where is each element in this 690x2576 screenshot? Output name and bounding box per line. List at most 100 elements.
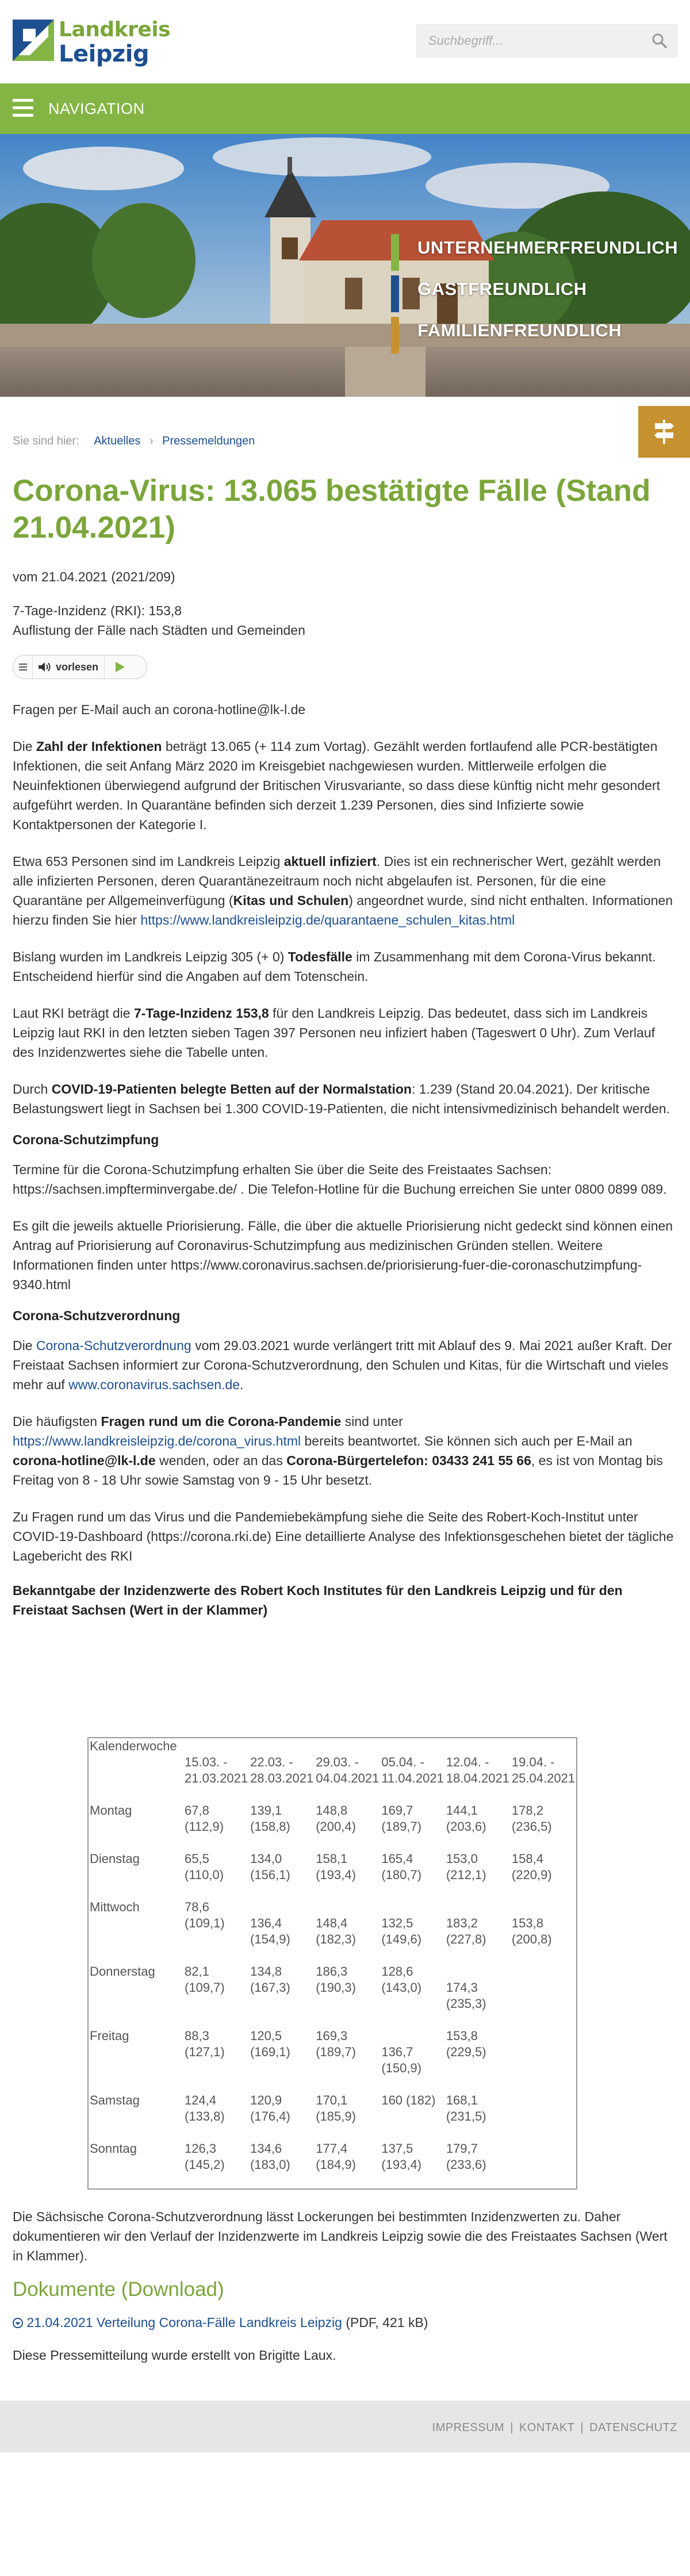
incidence-cell: 134,0 (156,1) [249,1851,315,1883]
incidence-summary: 7-Tage-Inzidenz (RKI): 153,8 [13,603,182,618]
cell-line: (231,5) [446,2109,486,2123]
incidence-cell: 153,8 (200,8) [511,1899,577,1948]
paragraph-loosening: Die Sächsische Corona-Schutzverordnung l… [13,2209,668,2263]
cell-line: 158,1 [316,1851,348,1866]
cell-line: 174,3 [446,1980,478,1995]
article-date: vom 21.04.2021 (2021/209) [13,569,175,584]
text: Laut RKI beträgt die [13,1006,134,1021]
breadcrumb-link-pressemeldungen[interactable]: Pressemeldungen [162,435,255,447]
cell-line: 04.04.2021 [316,1771,379,1785]
article-footer-section: Die Sächsische Corona-Schutzverordnung l… [13,2207,674,2365]
site-header: Landkreis Leipzig [0,0,690,83]
day-label: Sonntag [90,2141,137,2156]
corona-faq-link[interactable]: https://www.landkreisleipzig.de/corona_v… [13,1433,301,1448]
site-logo[interactable]: Landkreis Leipzig [13,20,171,66]
footer-link-impressum[interactable]: IMPRESSUM [432,2421,505,2434]
cell-line: (229,5) [446,2045,486,2059]
incidence-cell: 137,5 (193,4) [380,2141,444,2173]
cell-line: 179,7 [446,2141,478,2156]
readspeaker-play-button[interactable] [105,656,136,678]
emphasis: COVID-19-Patienten belegte Betten auf de… [51,1082,412,1097]
slogan-bar-gold [391,317,399,354]
download-pdf-link[interactable]: 21.04.2021 Verteilung Corona-Fälle Landk… [26,2315,342,2330]
cell-line: 22.03. - [250,1755,293,1769]
section-heading-ordinance: Corona-Schutzverordnung [13,1308,181,1323]
cell-line: 165,4 [381,1851,413,1866]
cell-line: 88,3 [185,2029,209,2043]
day-label: Mittwoch [90,1900,140,1914]
cell-line: 124,4 [185,2093,217,2107]
cell-line: (182,3) [316,1932,356,1946]
coronavirus-sachsen-link[interactable]: www.coronavirus.sachsen.de [68,1377,240,1392]
incidence-cell: 132,5 (149,6) [380,1899,444,1948]
slogan-bar-blue [391,275,399,312]
incidence-cell: 178,2 (236,5) [511,1803,577,1835]
cell-line: 12.04. - [446,1755,489,1769]
table-header-row: Kalenderwoche 15.03. -21.03.2021 22.03. -2… [88,1738,577,1787]
article: Corona-Virus: 13.065 bestätigte Fälle (S… [13,473,674,1620]
emphasis: aktuell infiziert [283,854,377,869]
incidence-cell: 120,5 (169,1) [249,2028,315,2076]
week-header: 12.04. - 18.04.2021 [445,1738,511,1787]
cell-line: 148,4 [316,1916,348,1930]
emphasis: Zahl der Infektionen [36,739,162,754]
navigation-toggle[interactable]: NAVIGATION [0,83,690,134]
incidence-cell: 169,7 (189,7) [380,1803,444,1835]
cell-line: (109,1) [185,1916,225,1930]
cell-line: 18.04.2021 [446,1771,509,1785]
play-icon [116,662,125,672]
cell-line: (156,1) [250,1868,290,1882]
footer-link-datenschutz[interactable]: DATENSCHUTZ [589,2421,677,2434]
logo-line-landkreis: Landkreis [59,18,171,41]
footer-divider: | [510,2421,513,2434]
cell-line: (167,3) [250,1980,290,1995]
cell-line: (235,3) [446,1996,486,2011]
search-box [416,24,677,57]
cell-line: 178,2 [511,1803,543,1818]
cell-line: 183,2 [446,1916,478,1930]
text: bereits beantwortet. Sie können sich auc… [301,1433,632,1448]
cell-line: (203,6) [446,1819,486,1834]
cell-line: (127,1) [185,2045,225,2059]
incidence-cell: 148,8 (200,4) [315,1803,380,1835]
quick-tools-button[interactable] [638,406,690,458]
week-header: 29.03. - 04.04.2021 [315,1738,380,1787]
cell-line: (236,5) [511,1819,552,1834]
cell-line: 169,7 [381,1803,413,1818]
case-list-note: Auflistung der Fälle nach Städten und Ge… [13,623,305,638]
cell-line: 136,7 [381,2045,413,2059]
cell-line: (193,4) [316,1868,356,1882]
row-gap [88,1883,577,1899]
incidence-cell: 82,1 (109,7) [183,1964,249,2012]
incidence-cell: 136,4 (154,9) [249,1899,315,1948]
incidence-cell: 179,7 (233,6) [445,2141,511,2173]
search-icon[interactable] [651,33,668,49]
row-gap [88,1835,577,1851]
cell-line: (158,8) [250,1819,290,1834]
cell-line: (193,4) [381,2157,422,2172]
cell-line: 65,5 [185,1851,209,1866]
cell-line: (183,0) [250,2157,290,2172]
cell-line: (150,9) [381,2061,422,2075]
cell-line: 139,1 [250,1803,282,1818]
readspeaker-listen-button[interactable]: vorlesen [33,656,105,678]
row-gap [88,2076,577,2092]
incidence-table: Kalenderwoche 15.03. -21.03.2021 22.03. -2… [87,1737,578,2190]
incidence-cell: 120,9 (176,4) [249,2092,315,2125]
breadcrumb-link-aktuelles[interactable]: Aktuelles [94,435,140,447]
readspeaker-menu-button[interactable] [13,656,33,678]
slogan-text: GASTFREUNDLICH [417,279,587,299]
footer-link-kontakt[interactable]: KONTAKT [519,2421,574,2434]
week-column-label: Kalenderwoche [90,1739,177,1753]
speaker-icon [39,662,51,672]
cell-line: 153,0 [446,1851,478,1866]
text: Durch [13,1082,52,1097]
incidence-cell: 134,8 (167,3) [249,1964,315,2012]
search-input[interactable] [417,25,647,57]
quarantine-schools-link[interactable]: https://www.landkreisleipzig.de/quaranta… [140,913,515,927]
cell-line: 153,8 [511,1916,543,1930]
cell-line [446,1899,509,1915]
incidence-cell: 165,4 (180,7) [380,1851,444,1883]
ordinance-link[interactable]: Corona-Schutzverordnung [36,1338,191,1353]
table-row: Dienstag 65,5 (110,0) 134,0 (156,1) 158,1 (193… [88,1851,577,1883]
